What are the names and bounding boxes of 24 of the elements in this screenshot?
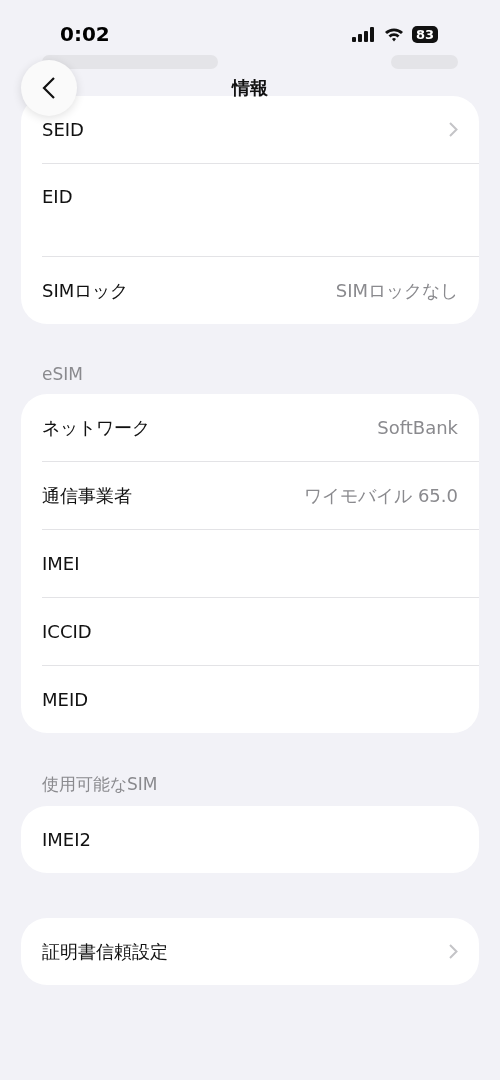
section-header: eSIM xyxy=(41,364,84,384)
chevron-icon xyxy=(449,944,458,959)
wifi-icon xyxy=(383,26,404,42)
back-icon xyxy=(42,76,56,100)
back-button[interactable] xyxy=(21,60,77,116)
row-value: ワイモバイル 65.0 xyxy=(304,483,458,508)
row-value: SoftBank xyxy=(377,417,458,438)
chevron-icon xyxy=(449,122,458,137)
nav-title: 情報 xyxy=(232,76,268,100)
row-label: EID xyxy=(42,186,73,207)
signal-icon xyxy=(351,26,376,42)
row-label: ICCID xyxy=(42,621,92,642)
row-label: SIMロック xyxy=(42,278,129,303)
battery-level: 83 xyxy=(411,25,438,43)
row-value: SIMロックなし xyxy=(335,278,458,303)
row-label[interactable]: SEID xyxy=(42,119,84,140)
row-label: IMEI xyxy=(42,553,80,574)
section-header: 使用可能なSIM xyxy=(41,773,159,796)
status-time: 0:02 xyxy=(60,22,110,46)
row-label[interactable]: 証明書信頼設定 xyxy=(42,939,168,964)
row-label: ネットワーク xyxy=(42,415,150,440)
row-label: 通信事業者 xyxy=(42,483,132,508)
row-label: MEID xyxy=(42,689,89,710)
row-label: IMEI2 xyxy=(42,829,91,850)
